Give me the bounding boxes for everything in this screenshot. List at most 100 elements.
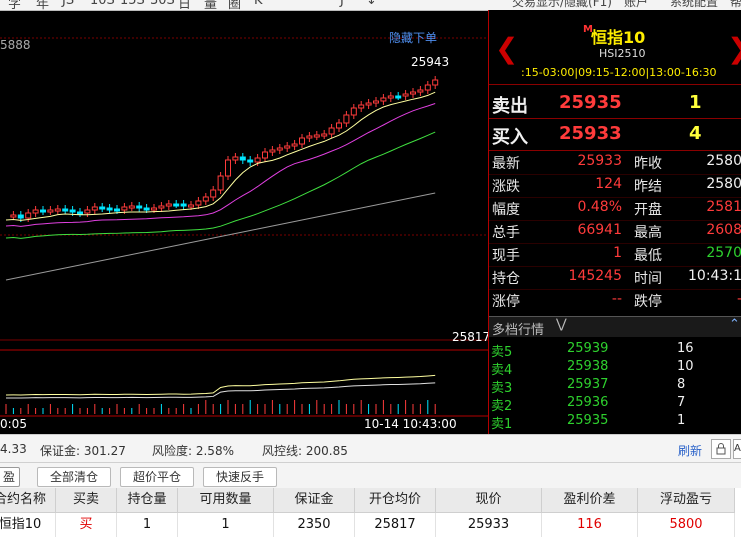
candle bbox=[343, 114, 350, 124]
table-header[interactable]: 可用数量 bbox=[178, 488, 274, 513]
candle bbox=[69, 209, 76, 213]
candle bbox=[262, 151, 268, 159]
candle bbox=[195, 200, 202, 206]
depth-label: 卖4 bbox=[491, 363, 513, 378]
stat-value: 124 bbox=[595, 176, 622, 192]
candle bbox=[188, 204, 194, 208]
candle bbox=[254, 157, 261, 163]
candle bbox=[202, 196, 209, 202]
candle bbox=[358, 104, 365, 109]
table-header[interactable]: 现价 bbox=[436, 488, 542, 513]
over-price-close-button[interactable]: 超价平仓 bbox=[120, 467, 194, 487]
table-header[interactable]: 持仓量 bbox=[117, 488, 178, 513]
depth-price[interactable]: 25936 bbox=[567, 395, 608, 410]
kline-chart[interactable]: 5888 25943 隐藏下单 25817 0:05 10-14 10:43:0… bbox=[0, 10, 491, 434]
depth-header[interactable]: 多档行情 ⋁ ⌃ bbox=[489, 316, 741, 338]
stat-value: 10:43:1 bbox=[688, 268, 741, 284]
price-axis-label: 5888 bbox=[0, 38, 31, 52]
depth-title: 多档行情 bbox=[492, 323, 545, 338]
toolbar-item[interactable]: JS bbox=[62, 0, 74, 8]
toolbar-item[interactable]: 30S bbox=[150, 0, 175, 8]
risk-control-value: 风控线: 200.85 bbox=[262, 444, 348, 458]
candle bbox=[299, 137, 305, 145]
candle bbox=[432, 79, 439, 86]
row-divider bbox=[489, 266, 741, 267]
close-all-button[interactable]: 全部清仓 bbox=[37, 467, 111, 487]
candle bbox=[106, 207, 113, 211]
table-header[interactable]: 买卖 bbox=[56, 488, 117, 513]
table-header[interactable]: 盈利价差 bbox=[542, 488, 638, 513]
tab-profit[interactable]: 盈 bbox=[0, 467, 20, 487]
row-divider bbox=[489, 197, 741, 198]
toolbar-item[interactable]: 15S bbox=[120, 0, 145, 8]
double-chevron-down-icon[interactable]: ⋁ bbox=[556, 317, 567, 332]
sell-price[interactable]: 25935 bbox=[559, 92, 622, 113]
depth-price[interactable]: 25938 bbox=[567, 359, 608, 374]
ma5-line bbox=[5, 91, 436, 221]
candle bbox=[306, 135, 313, 139]
depth-label: 卖2 bbox=[491, 399, 513, 414]
lock-icon[interactable] bbox=[711, 439, 731, 459]
candle bbox=[158, 205, 165, 209]
toolbar-trade-toggle[interactable]: 交易显示/隐藏(F1) bbox=[512, 0, 612, 10]
font-size-icon[interactable]: A bbox=[733, 439, 741, 459]
stat-label: 时间 bbox=[634, 271, 662, 287]
depth-price[interactable]: 25935 bbox=[567, 413, 608, 428]
toolbar-account[interactable]: 账户 bbox=[624, 0, 648, 10]
stat-label: 最新 bbox=[492, 156, 520, 172]
candle bbox=[84, 209, 91, 214]
table-cell[interactable]: 5800 bbox=[638, 513, 735, 537]
toolbar-item[interactable]: 10S bbox=[90, 0, 115, 8]
candle bbox=[77, 211, 83, 215]
table-cell[interactable]: 买 bbox=[56, 513, 117, 537]
table-header[interactable]: 浮动盈亏 bbox=[638, 488, 735, 513]
candle bbox=[276, 147, 283, 151]
stat-label: 最低 bbox=[634, 248, 662, 264]
quote-panel: ❮ ❯ M 恒指10 HSI2510 :15-03:00|09:15-12:00… bbox=[488, 10, 741, 434]
table-cell[interactable]: 25817 bbox=[355, 513, 436, 537]
table-cell[interactable]: 恒指10 bbox=[0, 513, 56, 537]
table-header[interactable]: 合约名称 bbox=[0, 488, 56, 513]
balance-value: 4.33 bbox=[0, 442, 27, 456]
table-cell[interactable]: 1 bbox=[178, 513, 274, 537]
buy-price[interactable]: 25933 bbox=[559, 123, 622, 144]
table-header[interactable]: 保证金 bbox=[274, 488, 355, 513]
candle bbox=[232, 156, 239, 161]
hide-order-link[interactable]: 隐藏下单 bbox=[389, 29, 437, 46]
candle bbox=[336, 122, 342, 129]
depth-price[interactable]: 25939 bbox=[567, 341, 608, 356]
table-cell[interactable]: 1 bbox=[117, 513, 178, 537]
refresh-link[interactable]: 刷新 bbox=[678, 442, 702, 459]
stat-label: 涨停 bbox=[492, 294, 520, 310]
candle bbox=[143, 207, 150, 211]
depth-price[interactable]: 25937 bbox=[567, 377, 608, 392]
open-avg-label: 25817 bbox=[452, 330, 491, 344]
buy-label: 买入 bbox=[492, 127, 528, 148]
table-cell[interactable]: 116 bbox=[542, 513, 638, 537]
depth-label: 卖3 bbox=[491, 381, 513, 396]
chevron-right-icon[interactable]: ❯ bbox=[727, 32, 741, 65]
depth-label: 卖5 bbox=[491, 345, 513, 360]
risk-value: 风险度: 2.58% bbox=[152, 444, 234, 458]
stat-value: 25933 bbox=[577, 153, 622, 169]
table-cell[interactable]: 2350 bbox=[274, 513, 355, 537]
candle bbox=[380, 97, 387, 102]
depth-label: 卖1 bbox=[491, 417, 513, 432]
candle bbox=[99, 206, 106, 210]
candle bbox=[269, 149, 276, 153]
table-header[interactable]: 开仓均价 bbox=[355, 488, 436, 513]
toolbar-item[interactable]: ↓ bbox=[366, 0, 377, 8]
table-cell[interactable]: 25933 bbox=[436, 513, 542, 537]
toolbar-item[interactable]: J bbox=[340, 0, 344, 8]
candle bbox=[424, 84, 431, 91]
collapse-icon[interactable]: ⌃ bbox=[729, 317, 740, 332]
depth-qty: 1 bbox=[677, 413, 686, 428]
quick-reverse-button[interactable]: 快速反手 bbox=[203, 467, 277, 487]
stat-value: 2570 bbox=[706, 245, 741, 261]
candle bbox=[40, 209, 46, 213]
toolbar-settings[interactable]: 系统配置 bbox=[670, 0, 718, 10]
toolbar-item[interactable]: K bbox=[254, 0, 263, 8]
candle bbox=[321, 133, 328, 137]
chevron-left-icon[interactable]: ❮ bbox=[495, 32, 518, 65]
toolbar-help[interactable]: 帮 bbox=[730, 0, 741, 10]
